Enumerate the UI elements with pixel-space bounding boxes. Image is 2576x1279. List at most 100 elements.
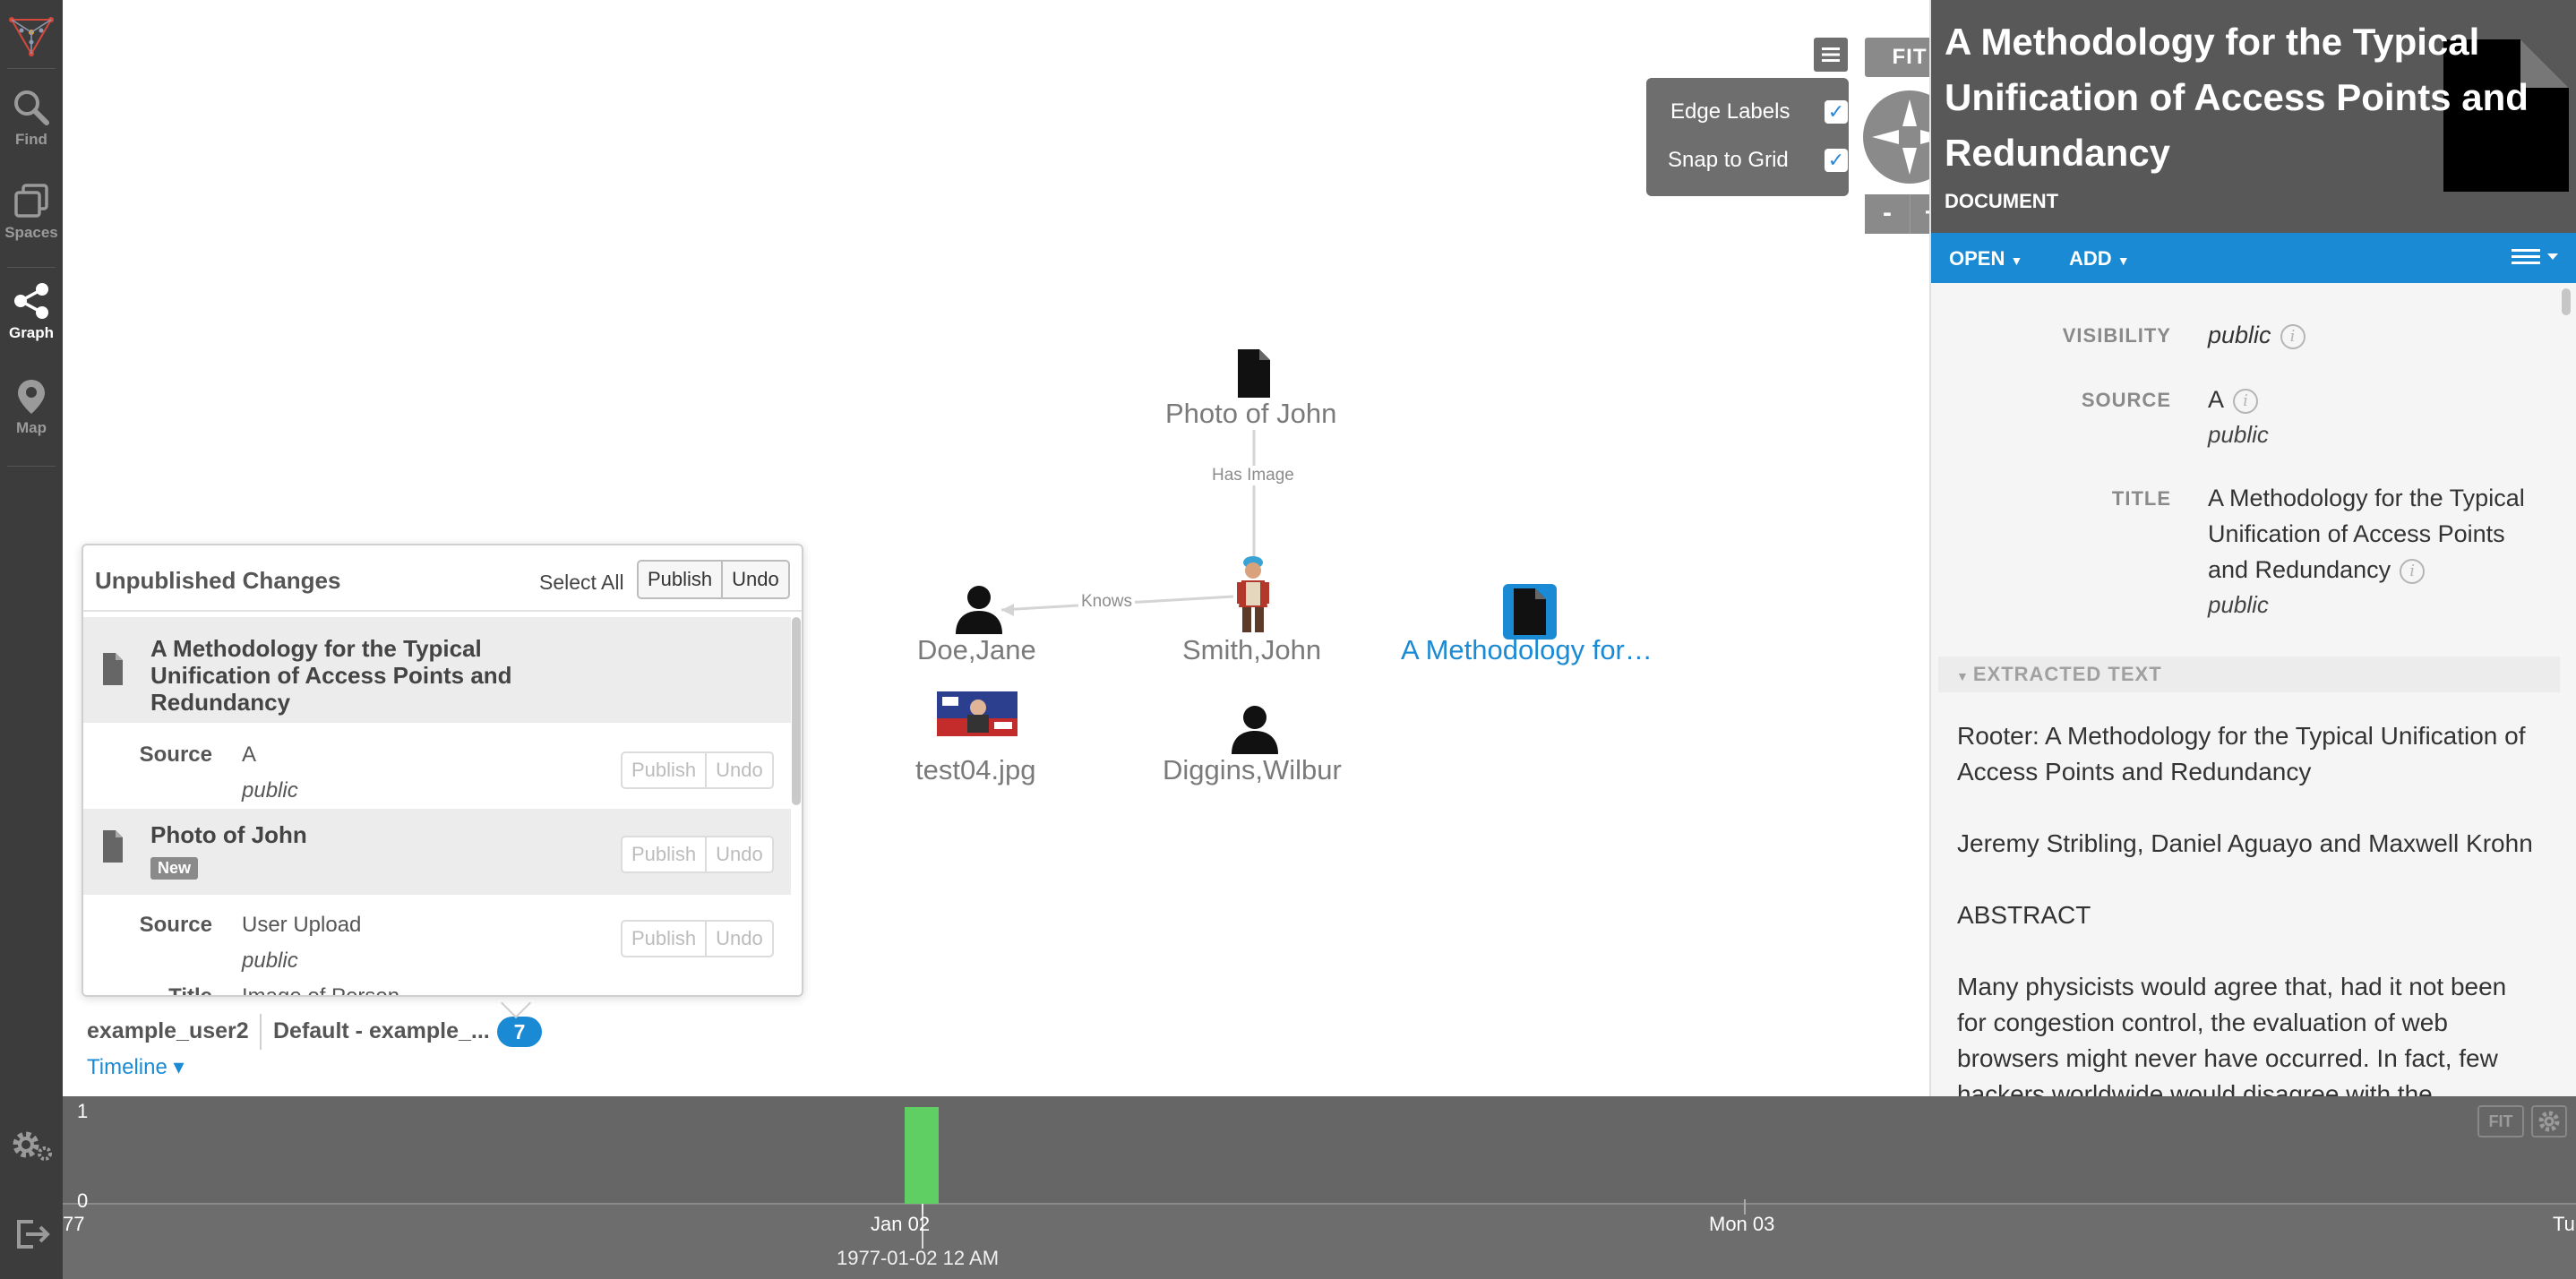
menubar-divider	[7, 68, 56, 69]
option-snap-to-grid[interactable]: Snap to Grid ✓	[1668, 145, 1856, 176]
property-title-line: and Redundancy	[2208, 556, 2391, 583]
menubar-item-find[interactable]: Find	[0, 88, 63, 181]
node-label-methodology[interactable]: A Methodology for…	[1401, 634, 1653, 666]
snap-to-grid-checkbox[interactable]: ✓	[1825, 149, 1848, 172]
spaces-icon	[14, 184, 48, 218]
info-icon[interactable]: i	[2400, 558, 2426, 584]
changes-header: Unpublished Changes Select All Publish U…	[83, 545, 802, 612]
publish-button[interactable]: Publish	[623, 837, 705, 871]
info-icon[interactable]: i	[2280, 323, 2306, 349]
zoom-out-button[interactable]: -	[1865, 194, 1910, 234]
graph-node-photo-of-john[interactable]	[1234, 349, 1274, 402]
change-property-actions: Publish Undo	[621, 920, 774, 957]
inspector-menu-button[interactable]	[2512, 244, 2563, 276]
open-menu-label: OPEN	[1949, 247, 2005, 270]
timeline-fit-button[interactable]: FIT	[2477, 1105, 2524, 1137]
property-visibility: public i	[2208, 317, 2306, 353]
property-key-source: SOURCE	[2081, 389, 2171, 411]
property-title-visibility: public	[2208, 591, 2269, 618]
change-property-value: A	[242, 743, 257, 767]
workspace-user[interactable]: example_user2	[87, 1018, 249, 1044]
changes-action-group: Publish Undo	[637, 560, 790, 599]
extracted-line: Access Points and Redundancy	[1957, 758, 2312, 785]
change-property-key: Source	[139, 743, 212, 767]
graph-node-smith-john[interactable]	[1233, 555, 1273, 640]
graph-options-button[interactable]	[1814, 38, 1848, 72]
logout-button[interactable]	[0, 1215, 63, 1258]
property-source-visibility: public	[2208, 421, 2269, 448]
node-label-doe-jane[interactable]: Doe,Jane	[917, 634, 1036, 666]
change-item[interactable]: A Methodology for the Typical Unificatio…	[83, 617, 791, 723]
property-visibility-value: public	[2208, 322, 2271, 348]
search-icon	[14, 90, 49, 125]
document-icon	[1514, 588, 1546, 635]
node-label-photo-of-john[interactable]: Photo of John	[1165, 398, 1336, 430]
unpublished-changes-popover: Unpublished Changes Select All Publish U…	[82, 544, 803, 997]
graph-node-test04[interactable]	[937, 691, 1018, 741]
extracted-line: browsers might never have occurred. In f…	[1957, 1044, 2498, 1072]
info-icon[interactable]: i	[2233, 388, 2259, 414]
publish-all-button[interactable]: Publish	[639, 562, 721, 597]
change-property-value: User Upload	[242, 913, 362, 937]
publish-button[interactable]: Publish	[623, 753, 705, 787]
menubar-label-map: Map	[16, 419, 47, 436]
timeline-tick-label: 77	[63, 1213, 85, 1235]
open-menu-button[interactable]: OPEN ▼	[1949, 247, 2022, 270]
select-all-link[interactable]: Select All	[539, 571, 624, 595]
undo-button[interactable]: Undo	[705, 837, 772, 871]
undo-button[interactable]: Undo	[705, 922, 772, 956]
change-property: Source User Upload public Publish Undo T…	[83, 895, 791, 997]
option-edge-labels-label: Edge Labels	[1670, 99, 1790, 124]
person-icon	[956, 586, 1002, 634]
node-label-diggins-wilbur[interactable]: Diggins,Wilbur	[1163, 754, 1342, 786]
person-icon	[1232, 706, 1278, 754]
extracted-line: for congestion control, the evaluation o…	[1957, 1009, 2448, 1036]
timeline-settings-button[interactable]	[2531, 1105, 2567, 1137]
app-logo[interactable]	[8, 13, 55, 59]
option-edge-labels[interactable]: Edge Labels ✓	[1670, 97, 1859, 127]
timeline-tick-label: Tu	[2553, 1213, 2575, 1235]
hamburger-icon	[1822, 47, 1840, 62]
inspector-scrollbar[interactable]	[2562, 288, 2571, 315]
timeline-tick-label: Jan 02	[871, 1213, 931, 1235]
graph-options-menu: Edge Labels ✓ Snap to Grid ✓	[1646, 78, 1849, 196]
timeline-chart	[63, 1107, 2576, 1249]
settings-button[interactable]	[0, 1121, 63, 1172]
caret-down-icon: ▼	[2010, 253, 2023, 268]
extracted-text: Rooter: A Methodology for the Typical Un…	[1957, 718, 2548, 790]
inspector-panel: A Methodology for the Typical Unificatio…	[1929, 0, 2576, 1096]
timeline-toggle-link[interactable]: Timeline ▾	[87, 1054, 185, 1080]
changes-scrollbar[interactable]	[792, 617, 801, 805]
change-property-value: Image of Person	[242, 984, 400, 997]
menubar-item-spaces[interactable]: Spaces	[0, 181, 63, 274]
property-source-value: A	[2208, 386, 2225, 413]
node-label-test04[interactable]: test04.jpg	[915, 754, 1035, 786]
undo-button[interactable]: Undo	[705, 753, 772, 787]
edge-labels-checkbox[interactable]: ✓	[1825, 100, 1848, 124]
menubar-item-map[interactable]: Map	[0, 376, 63, 469]
extracted-authors: Jeremy Stribling, Daniel Aguayo and Maxw…	[1957, 829, 2533, 857]
workspace-name[interactable]: Default - example_...	[273, 1018, 490, 1044]
gear-icon	[2538, 1111, 2560, 1132]
extracted-line: Rooter: A Methodology for the Typical Un…	[1957, 722, 2526, 750]
change-item[interactable]: Photo of John New Publish Undo	[83, 809, 791, 895]
menubar-item-graph[interactable]: Graph	[0, 281, 63, 374]
graph-node-doe-jane[interactable]	[953, 584, 1005, 639]
image-thumbnail	[937, 691, 1018, 736]
timeline-panel[interactable]: 1 0 77 Jan 02 Mon 03 Tu 1977-01-02 12 AM…	[63, 1096, 2576, 1279]
graph-node-diggins-wilbur[interactable]	[1229, 704, 1281, 759]
workspace-divider	[260, 1014, 262, 1050]
extracted-line: hackers worldwide would disagree with th…	[1957, 1080, 2433, 1096]
logout-icon	[17, 1220, 50, 1249]
undo-all-button[interactable]: Undo	[721, 562, 788, 597]
timeline-bar[interactable]	[905, 1107, 939, 1204]
edge-label-knows: Knows	[1078, 592, 1136, 612]
publish-button[interactable]: Publish	[623, 922, 705, 956]
change-item-title-line: Unification of Access Points and	[150, 662, 512, 689]
unpublished-count-badge[interactable]: 7	[497, 1017, 542, 1047]
changes-title: Unpublished Changes	[95, 567, 341, 594]
section-extracted-text[interactable]: ▼ EXTRACTED TEXT	[1938, 657, 2560, 692]
graph-node-methodology[interactable]	[1503, 584, 1557, 640]
add-menu-button[interactable]: ADD ▼	[2069, 247, 2130, 270]
node-label-smith-john[interactable]: Smith,John	[1182, 634, 1321, 666]
